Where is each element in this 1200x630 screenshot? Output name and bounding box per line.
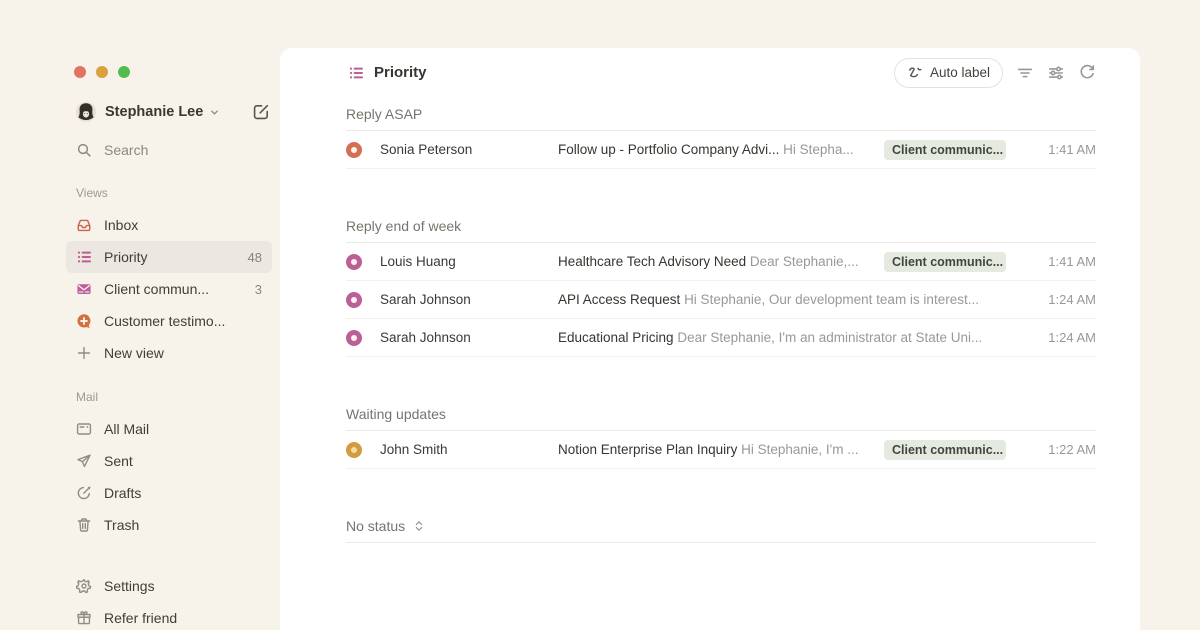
sidebar-item-count: 48 [248,250,262,265]
email-preview: Hi Stephanie, Our development team is in… [684,292,979,307]
sidebar-item-count: 3 [255,282,262,297]
sidebar-item-settings[interactable]: Settings [66,570,272,602]
email-sender: John Smith [380,442,558,457]
sidebar-item-new-view[interactable]: New view [66,337,272,369]
email-preview: Hi Stepha... [783,142,854,157]
all-mail-icon [76,421,92,437]
plus-icon [76,345,92,361]
group-label: No status [346,518,405,534]
window-close-button[interactable] [74,66,86,78]
inbox-icon [76,217,92,233]
sender-avatar [346,142,362,158]
email-subject: Educational Pricing [558,330,677,345]
group-header: Waiting updates [346,397,1096,431]
email-row[interactable]: Louis Huang Healthcare Tech Advisory Nee… [346,243,1096,281]
email-group-no-status: No status [346,509,1096,543]
email-preview: Dear Stephanie, I'm an administrator at … [677,330,982,345]
email-group-reply-end-of-week: Reply end of week Louis Huang Healthcare… [346,209,1096,357]
email-group-reply-asap: Reply ASAP Sonia Peterson Follow up - Po… [346,97,1096,169]
section-label-views: Views [76,185,272,201]
search-placeholder: Search [104,142,148,158]
window-zoom-button[interactable] [118,66,130,78]
search-icon [76,142,92,158]
group-label: Waiting updates [346,406,446,422]
section-label-mail: Mail [76,389,272,405]
page-title: Priority [374,64,427,81]
send-icon [76,453,92,469]
envelope-icon [76,281,92,297]
sidebar-item-drafts[interactable]: Drafts [66,477,272,509]
window-controls [0,0,280,78]
filter-icon[interactable] [1016,64,1034,82]
email-subject: Healthcare Tech Advisory Need [558,254,750,269]
gift-icon [76,610,92,626]
updown-icon[interactable] [412,519,426,533]
email-row[interactable]: John Smith Notion Enterprise Plan Inquir… [346,431,1096,469]
email-label-badge: Client communic... [884,440,1006,460]
email-row[interactable]: Sonia Peterson Follow up - Portfolio Com… [346,131,1096,169]
window-minimize-button[interactable] [96,66,108,78]
refresh-icon[interactable] [1078,64,1096,82]
sender-avatar [346,330,362,346]
group-header: Reply end of week [346,209,1096,243]
email-subject: API Access Request [558,292,684,307]
user-avatar [76,102,96,122]
user-name: Stephanie Lee [105,104,203,120]
sidebar-item-inbox[interactable]: Inbox [66,209,272,241]
sidebar-item-customer-testimo[interactable]: Customer testimo... [66,305,272,337]
sidebar-item-sent[interactable]: Sent [66,445,272,477]
email-label-badge: Client communic... [884,140,1006,160]
email-time: 1:41 AM [1018,254,1096,269]
sidebar-item-trash[interactable]: Trash [66,509,272,541]
priority-list-icon [348,65,364,81]
mail-list-panel: Priority Auto label Reply ASAP Sonia Pet… [280,48,1140,630]
email-group-waiting-updates: Waiting updates John Smith Notion Enterp… [346,397,1096,469]
email-row[interactable]: Sarah Johnson API Access Request Hi Step… [346,281,1096,319]
sender-avatar [346,442,362,458]
sidebar-item-client-commun[interactable]: Client commun... 3 [66,273,272,305]
chevron-down-icon [209,107,220,118]
email-sender: Louis Huang [380,254,558,269]
email-time: 1:24 AM [1018,292,1096,307]
auto-label-icon [907,65,923,81]
email-sender: Sarah Johnson [380,330,558,345]
email-sender: Sonia Peterson [380,142,558,157]
email-time: 1:24 AM [1018,330,1096,345]
testimonial-icon [76,313,92,329]
priority-list-icon [76,249,92,265]
panel-header: Priority Auto label [280,48,1140,97]
sidebar-item-all-mail[interactable]: All Mail [66,413,272,445]
trash-icon [76,517,92,533]
sidebar-item-refer-friend[interactable]: Refer friend [66,602,272,630]
sender-avatar [346,254,362,270]
group-header: Reply ASAP [346,97,1096,131]
group-label: Reply end of week [346,218,461,234]
group-header[interactable]: No status [346,509,1096,543]
sender-avatar [346,292,362,308]
search-input[interactable]: Search [66,137,272,163]
gear-icon [76,578,92,594]
email-time: 1:22 AM [1018,442,1096,457]
auto-label-button[interactable]: Auto label [894,58,1003,88]
sliders-icon[interactable] [1047,64,1065,82]
email-preview: Dear Stephanie,... [750,254,859,269]
email-sender: Sarah Johnson [380,292,558,307]
group-label: Reply ASAP [346,106,422,122]
sidebar-item-priority[interactable]: Priority 48 [66,241,272,273]
email-subject: Notion Enterprise Plan Inquiry [558,442,741,457]
email-subject: Follow up - Portfolio Company Advi... [558,142,783,157]
email-time: 1:41 AM [1018,142,1096,157]
email-label-badge: Client communic... [884,252,1006,272]
drafts-icon [76,485,92,501]
sidebar: Stephanie Lee Search Views Inbox Priorit… [0,0,280,630]
compose-icon[interactable] [252,103,270,121]
email-row[interactable]: Sarah Johnson Educational Pricing Dear S… [346,319,1096,357]
email-preview: Hi Stephanie, I'm ... [741,442,858,457]
account-switcher[interactable]: Stephanie Lee [66,100,272,124]
